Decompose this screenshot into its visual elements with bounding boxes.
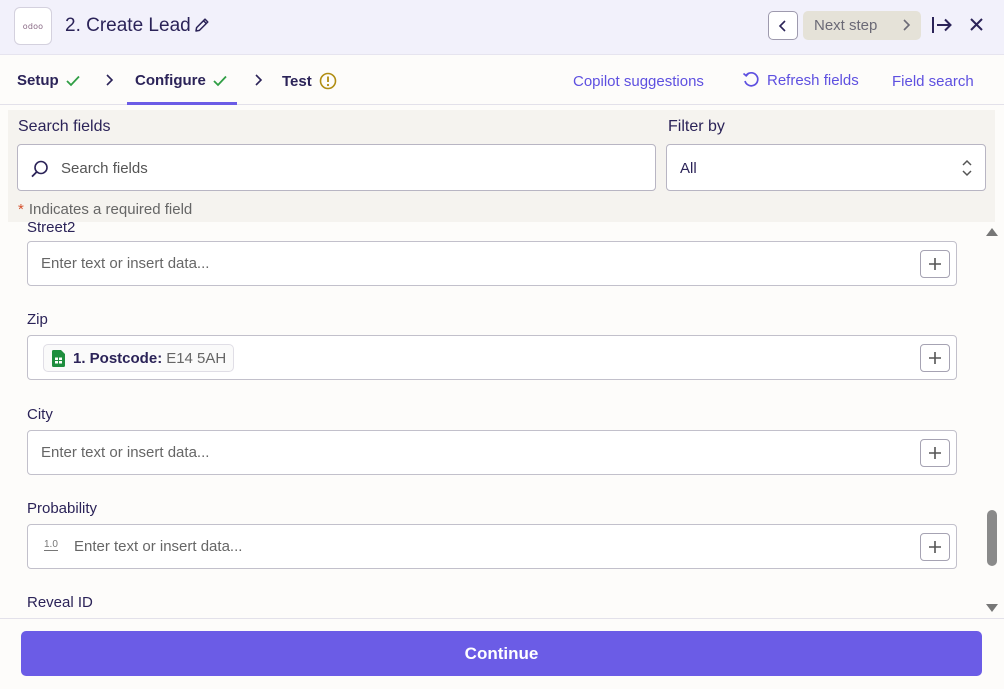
refresh-fields-button[interactable]: Refresh fields [742,71,859,89]
field-label-reveal-id: Reveal ID [27,594,93,611]
chevron-right-icon [106,74,114,86]
check-icon [66,75,80,86]
odoo-app-logo: odoo [14,7,52,45]
insert-data-button[interactable] [920,533,950,561]
footer: Continue [0,618,1004,689]
mapped-data-pill[interactable]: 1. Postcode: E14 5AH [43,344,235,372]
step-title: 2. Create Lead [65,15,191,36]
filter-by-label: Filter by [668,118,725,135]
search-icon [31,160,48,178]
close-icon[interactable] [968,16,986,34]
active-tab-indicator [127,102,237,105]
plus-icon [929,541,941,553]
search-fields-label: Search fields [18,118,111,135]
expand-panel-icon[interactable] [931,14,953,36]
city-field[interactable]: Enter text or insert data... [27,430,957,475]
insert-data-button[interactable] [920,439,950,467]
probability-placeholder: Enter text or insert data... [74,538,243,555]
field-label-city: City [27,406,53,423]
step-tabs: Setup Configure Test Copilot suggestions… [0,55,1004,105]
filter-by-value: All [680,160,697,177]
scroll-down-arrow-icon[interactable] [985,602,999,614]
probability-field[interactable]: 1.0 Enter text or insert data... [27,524,957,569]
check-icon [213,75,227,86]
warning-circle-icon [319,72,337,90]
number-type-icon: 1.0 [44,539,58,551]
search-fields-box[interactable] [17,144,656,191]
zip-field[interactable]: 1. Postcode: E14 5AH [27,335,957,380]
pill-source-label: 1. Postcode: [73,349,163,367]
plus-icon [929,258,941,270]
previous-step-button[interactable] [768,11,798,40]
field-search-link[interactable]: Field search [892,73,974,90]
fields-scroll-region[interactable]: Street2 Enter text or insert data... Zip… [0,222,1004,619]
field-label-probability: Probability [27,500,98,517]
tab-setup[interactable]: Setup [17,72,80,89]
tab-configure[interactable]: Configure [135,72,227,89]
chevron-right-icon [255,74,263,86]
google-sheets-icon [52,349,65,367]
chevron-right-icon [903,19,911,31]
pill-value: E14 5AH [166,349,227,367]
refresh-fields-label: Refresh fields [767,71,859,89]
plus-icon [929,352,941,364]
continue-button[interactable]: Continue [21,631,982,676]
insert-data-button[interactable] [920,250,950,278]
field-label-zip: Zip [27,311,48,328]
city-placeholder: Enter text or insert data... [41,444,210,461]
insert-data-button[interactable] [920,344,950,372]
tab-test[interactable]: Test [282,72,337,90]
street2-placeholder: Enter text or insert data... [41,255,210,272]
sort-chevrons-icon [962,159,972,177]
street2-field[interactable]: Enter text or insert data... [27,241,957,286]
copilot-suggestions-link[interactable]: Copilot suggestions [573,73,704,90]
step-header: odoo 2. Create Lead Next step [0,0,1004,55]
required-asterisk: * [18,201,24,218]
scroll-up-arrow-icon[interactable] [985,226,999,238]
plus-icon [929,447,941,459]
scrollbar-thumb[interactable] [987,510,997,566]
next-step-button[interactable]: Next step [803,11,921,40]
search-fields-input[interactable] [61,157,641,179]
next-step-label: Next step [814,17,878,34]
filter-by-select[interactable]: All [666,144,986,191]
pencil-edit-icon[interactable] [193,16,211,34]
required-field-note: * Indicates a required field [18,201,193,218]
refresh-icon [742,71,759,87]
field-label-street2: Street2 [27,222,76,236]
chevron-left-icon [778,19,786,32]
